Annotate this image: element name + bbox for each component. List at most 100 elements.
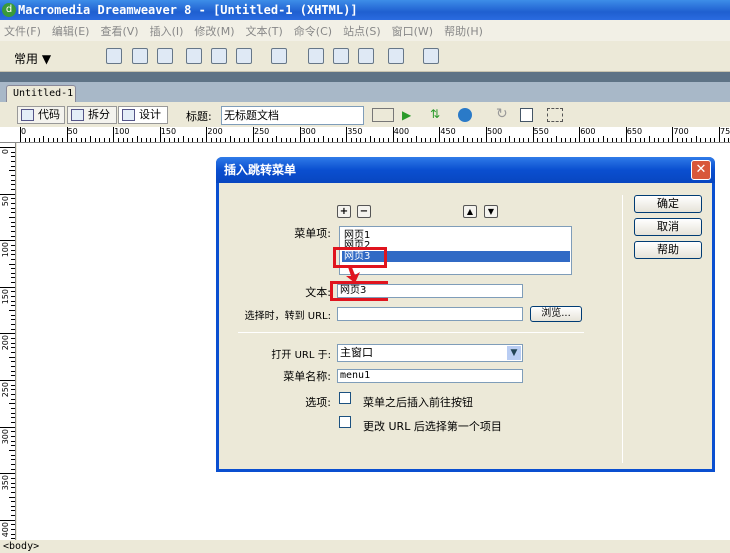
menu-site[interactable]: 站点(S) <box>343 23 381 39</box>
chevron-down-icon[interactable]: ▼ <box>507 346 521 360</box>
menu-modify[interactable]: 修改(M) <box>194 23 234 39</box>
ruler-tick <box>420 138 422 142</box>
get-put-icon[interactable]: ⇅ <box>430 107 440 121</box>
ruler-tick <box>523 138 525 142</box>
ruler-tick-label: 50 <box>67 127 78 136</box>
ruler-tick <box>639 138 641 142</box>
comment-icon[interactable] <box>358 48 374 64</box>
ruler-tick <box>11 249 15 251</box>
menu-file[interactable]: 文件(F) <box>4 23 41 39</box>
text-input[interactable]: 网页3 <box>337 284 523 298</box>
ruler-tick <box>280 138 282 142</box>
close-icon[interactable]: ✕ <box>691 160 711 180</box>
split-view-icon <box>71 109 84 121</box>
ruler-tick <box>574 138 576 142</box>
ruler-tick <box>11 338 15 340</box>
ruler-tick <box>318 138 320 142</box>
body-tag[interactable]: <body> <box>3 541 39 552</box>
ruler-tick <box>663 138 665 142</box>
url-label: 选择时，转到 URL: <box>244 311 331 322</box>
ruler-tick <box>11 393 15 395</box>
menu-commands[interactable]: 命令(C) <box>294 23 332 39</box>
visual-aids-icon[interactable] <box>547 108 563 122</box>
ruler-tick <box>11 198 15 200</box>
refresh-icon[interactable]: ↻ <box>496 106 508 122</box>
ruler-tick <box>332 138 334 142</box>
menu-help[interactable]: 帮助(H) <box>444 23 483 39</box>
split-view-button[interactable]: 拆分 <box>67 106 117 124</box>
template-icon[interactable] <box>388 48 404 64</box>
ruler-tick <box>458 138 460 142</box>
code-view-button[interactable]: 代码 <box>17 106 65 124</box>
cancel-button[interactable]: 取消 <box>634 218 702 236</box>
validate-markup-icon[interactable] <box>372 108 394 122</box>
menu-name-input[interactable]: menu1 <box>337 369 523 383</box>
ruler-tick <box>29 138 31 142</box>
ruler-tick <box>728 138 730 142</box>
menu-edit[interactable]: 编辑(E) <box>52 23 90 39</box>
ruler-tick <box>266 138 268 142</box>
ruler-tick <box>145 138 147 142</box>
ruler-tick <box>108 138 110 142</box>
document-tab[interactable]: Untitled-1 <box>6 85 76 102</box>
move-up-button[interactable]: ▲ <box>463 205 477 218</box>
media-icon[interactable] <box>271 48 287 64</box>
tag-chooser-icon[interactable] <box>423 48 439 64</box>
ruler-tick <box>11 445 15 447</box>
ruler-tick <box>159 127 161 142</box>
page-title-input[interactable]: 无标题文档 <box>221 106 364 125</box>
ruler-tick <box>681 138 683 142</box>
email-link-icon[interactable] <box>132 48 148 64</box>
browse-button[interactable]: 浏览... <box>530 306 582 322</box>
menu-text[interactable]: 文本(T) <box>245 23 282 39</box>
ruler-tick <box>611 138 613 142</box>
ruler-tick <box>215 138 217 142</box>
open-in-select[interactable]: 主窗口 ▼ <box>337 344 523 362</box>
ruler-tick <box>11 524 15 526</box>
ruler-tick <box>700 138 702 142</box>
remove-item-button[interactable]: − <box>357 205 371 218</box>
ruler-tick-label: 0 <box>1 149 10 155</box>
server-include-icon[interactable] <box>333 48 349 64</box>
ruler-tick <box>234 138 236 142</box>
ruler-tick <box>290 138 292 142</box>
insert-go-button-checkbox[interactable] <box>339 392 351 404</box>
hyperlink-icon[interactable] <box>106 48 122 64</box>
div-icon[interactable] <box>211 48 227 64</box>
insert-go-button-label: 菜单之后插入前往按钮 <box>363 396 473 409</box>
help-button[interactable]: 帮助 <box>634 241 702 259</box>
image-icon[interactable] <box>236 48 252 64</box>
file-management-icon[interactable]: ▶ <box>402 108 411 122</box>
ruler-tick <box>0 147 15 148</box>
table-icon[interactable] <box>186 48 202 64</box>
ruler-tick <box>560 138 562 142</box>
ruler-tick <box>11 468 15 470</box>
ruler-tick <box>75 138 77 142</box>
ruler-tick <box>178 138 180 142</box>
insert-category-dropdown[interactable]: 常用 ▼ <box>14 50 51 67</box>
ruler-tick <box>155 138 157 142</box>
view-options-icon[interactable] <box>520 108 533 122</box>
ok-button[interactable]: 确定 <box>634 195 702 213</box>
ruler-tick <box>141 138 143 142</box>
named-anchor-icon[interactable] <box>157 48 173 64</box>
ruler-tick <box>127 138 129 142</box>
add-item-button[interactable]: + <box>337 205 351 218</box>
dialog-title-bar: 插入跳转菜单 <box>216 157 715 183</box>
move-down-button[interactable]: ▼ <box>484 205 498 218</box>
ruler-tick <box>397 138 399 142</box>
menu-window[interactable]: 窗口(W) <box>392 23 433 39</box>
preview-browser-icon[interactable] <box>458 108 472 122</box>
ruler-tick <box>262 138 264 142</box>
url-input[interactable] <box>337 307 523 321</box>
menu-insert[interactable]: 插入(I) <box>150 23 184 39</box>
design-view-button[interactable]: 设计 <box>118 106 168 124</box>
vertical-ruler: 0 50 100 150 200 250 300 350 400 <box>0 143 16 540</box>
date-icon[interactable] <box>308 48 324 64</box>
ruler-tick <box>11 235 15 237</box>
select-first-item-checkbox[interactable] <box>339 416 351 428</box>
menu-view[interactable]: 查看(V) <box>100 23 138 39</box>
menu-items-label: 菜单项: <box>294 227 331 240</box>
ruler-tick <box>9 310 15 312</box>
ruler-tick <box>11 272 15 274</box>
